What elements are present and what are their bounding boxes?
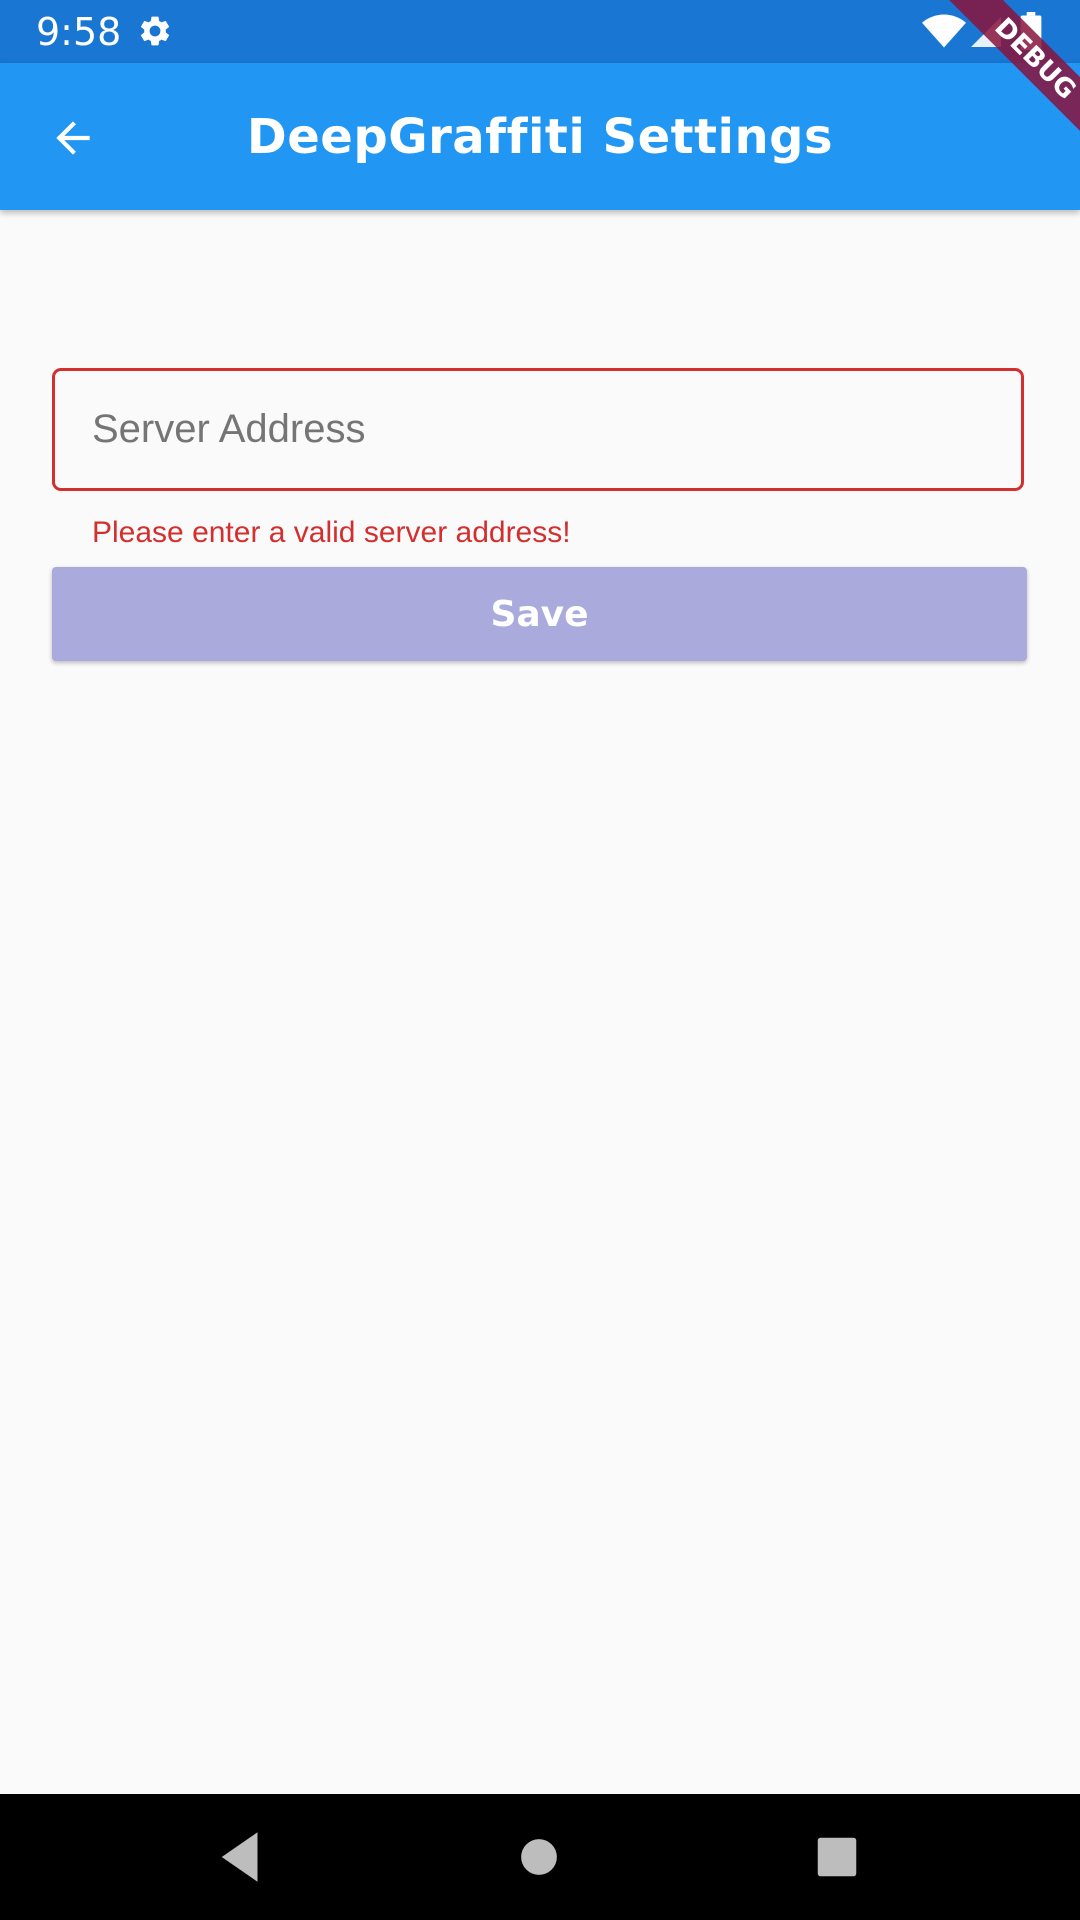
- status-time: 9:58: [36, 10, 122, 54]
- signal-icon: [971, 17, 1001, 47]
- app-bar: DeepGraffiti Settings: [0, 63, 1080, 210]
- save-button[interactable]: Save: [52, 567, 1027, 661]
- wifi-icon: [922, 14, 966, 48]
- nav-back-icon[interactable]: [208, 1824, 274, 1890]
- nav-recents-icon[interactable]: [804, 1824, 870, 1890]
- gear-icon: [140, 16, 170, 46]
- battery-icon: [1020, 12, 1042, 50]
- page-title: DeepGraffiti Settings: [246, 109, 834, 165]
- nav-home-icon[interactable]: [506, 1824, 572, 1890]
- server-address-input[interactable]: [52, 368, 1024, 491]
- navigation-bar: [0, 1794, 1080, 1920]
- status-bar: 9:58: [0, 0, 1080, 63]
- server-address-error: Please enter a valid server address!: [92, 516, 571, 549]
